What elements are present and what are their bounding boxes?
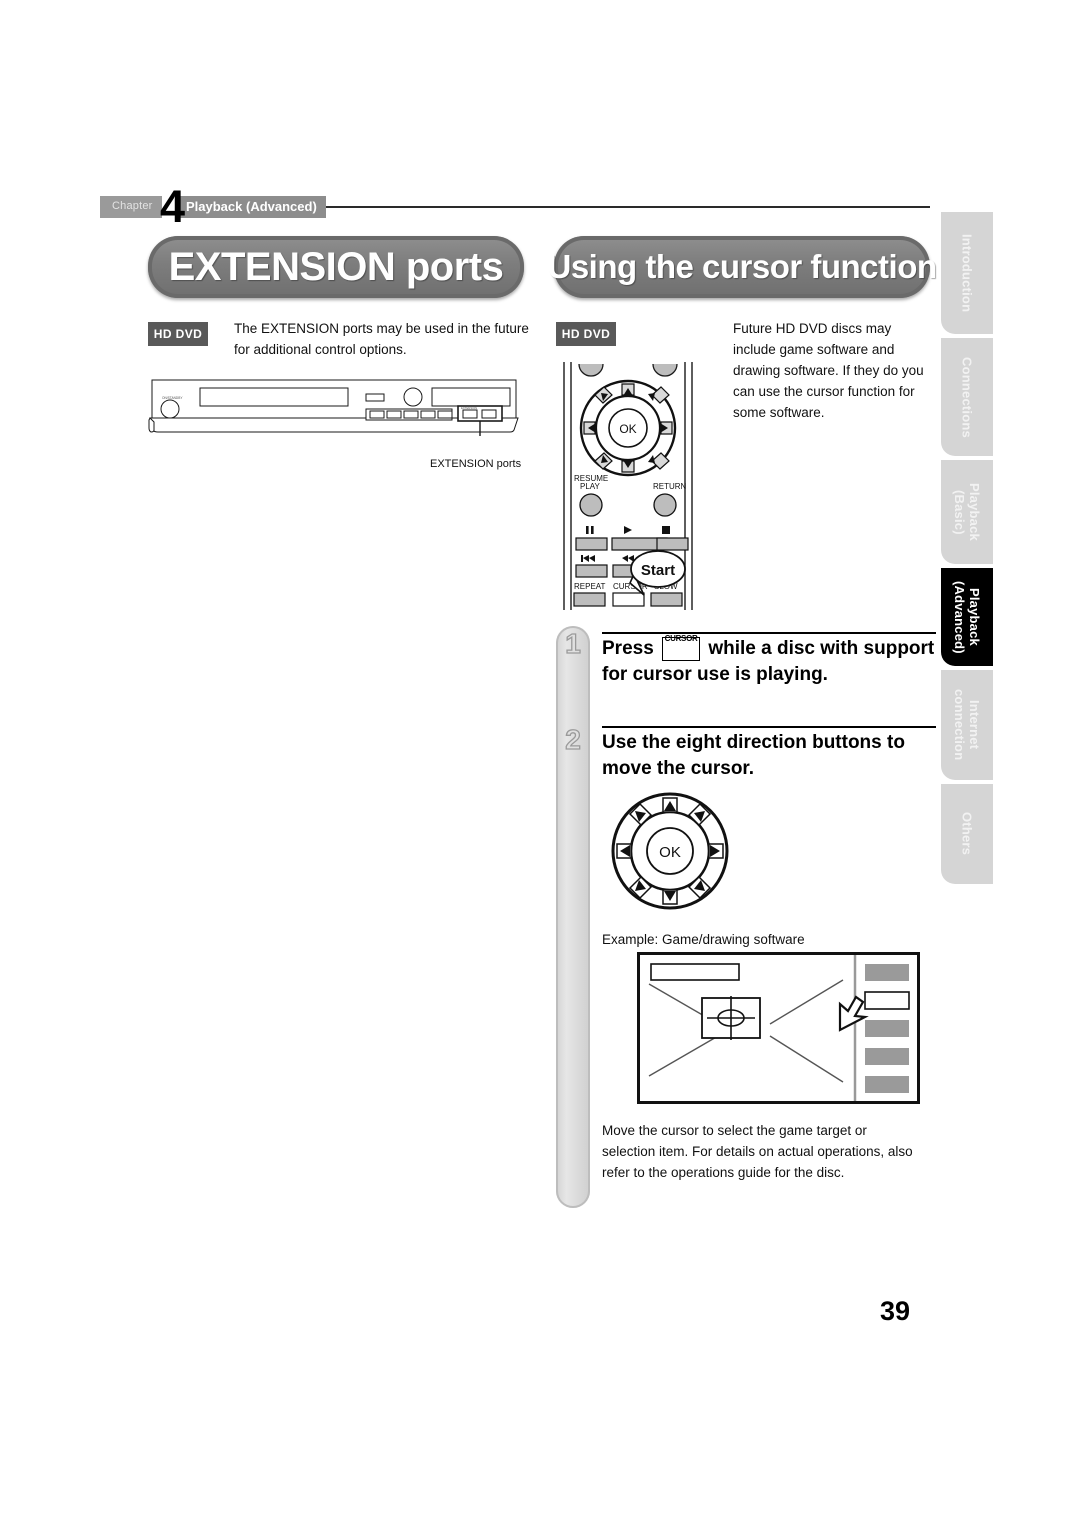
manual-page: Chapter 4 Playback (Advanced) EXTENSION … [0, 0, 1080, 1528]
sidebar-tab-connections[interactable]: Connections [941, 338, 993, 456]
right-body-text: Future HD DVD discs may include game sof… [733, 321, 924, 420]
step-2-rule [602, 726, 936, 728]
sidebar-tab-playback-basic-label: Playback (Basic) [952, 483, 982, 541]
sidebar-tab-introduction-label: Introduction [959, 233, 975, 313]
svg-text:ON/STANDBY: ON/STANDBY [162, 396, 183, 400]
sidebar-tab-playback-advanced[interactable]: Playback (Advanced) [941, 568, 993, 666]
section-banner-right-text: Using the cursor function [547, 248, 938, 285]
section-banner-extension-ports: EXTENSION ports [148, 236, 524, 298]
chapter-header: Chapter 4 Playback (Advanced) [100, 184, 930, 229]
example-game-screen-illustration [637, 952, 920, 1104]
remote-dpad: OK [579, 379, 677, 477]
chapter-title: Playback (Advanced) [186, 199, 317, 214]
sidebar-tab-internet-connection-label: Internet connection [952, 689, 982, 761]
step-number-2: 2 [565, 723, 582, 755]
step-2-text: Use the eight direction buttons to move … [602, 732, 905, 779]
example-label: Example: Game/drawing software [602, 932, 805, 947]
bottom-note-text: Move the cursor to select the game targe… [602, 1123, 913, 1180]
steps-rail [556, 626, 590, 1208]
remote-control-illustration: OK RESUME PLAY RETURN REPEAT CURSOR Star… [563, 362, 693, 610]
chapter-label: Chapter [112, 200, 153, 212]
dpad-ok-label: OK [659, 844, 681, 861]
remote-repeat-label: REPEAT [574, 582, 606, 591]
extension-ports-figure-caption: EXTENSION ports [430, 458, 522, 470]
chapter-rule [326, 206, 930, 208]
svg-text:RETURN: RETURN [653, 482, 687, 491]
sidebar-tab-connections-label: Connections [959, 356, 975, 438]
svg-text:OK: OK [619, 422, 636, 436]
svg-text:PLAY: PLAY [580, 482, 601, 491]
start-callout-text: Start [641, 562, 675, 579]
sidebar-tab-others[interactable]: Others [941, 784, 993, 884]
cursor-key-glyph: CURSOR [662, 634, 701, 661]
hd-dvd-badge-left: HD DVD [148, 322, 208, 346]
section-banner-cursor-function: Using the cursor function [548, 236, 937, 298]
sidebar-tab-playback-basic[interactable]: Playback (Basic) [941, 460, 993, 564]
sidebar-tab-playback-advanced-label: Playback (Advanced) [952, 580, 982, 654]
sidebar-tab-internet-connection[interactable]: Internet connection [941, 670, 993, 780]
step-1-text: Press CURSOR while a disc with support f… [602, 634, 942, 688]
left-body-text: The EXTENSION ports may be used in the f… [234, 321, 529, 357]
eight-direction-pad-illustration: OK [611, 792, 729, 910]
player-front-panel-illustration: ON/STANDBY EXTENSION [148, 379, 519, 436]
svg-text:EXTENSION: EXTENSION [461, 406, 477, 410]
chapter-number: 4 [160, 181, 186, 232]
step-number-1: 1 [565, 627, 582, 659]
cursor-key-glyph-label: CURSOR [664, 634, 698, 643]
step-1-rule [602, 632, 936, 634]
page-number: 39 [880, 1296, 911, 1326]
sidebar-tab-introduction[interactable]: Introduction [941, 212, 993, 334]
hd-dvd-badge-right: HD DVD [556, 322, 616, 346]
sidebar-tab-others-label: Others [959, 812, 975, 856]
section-banner-left-text: EXTENSION ports [168, 244, 504, 289]
step-1-text-before: Press [602, 638, 654, 659]
